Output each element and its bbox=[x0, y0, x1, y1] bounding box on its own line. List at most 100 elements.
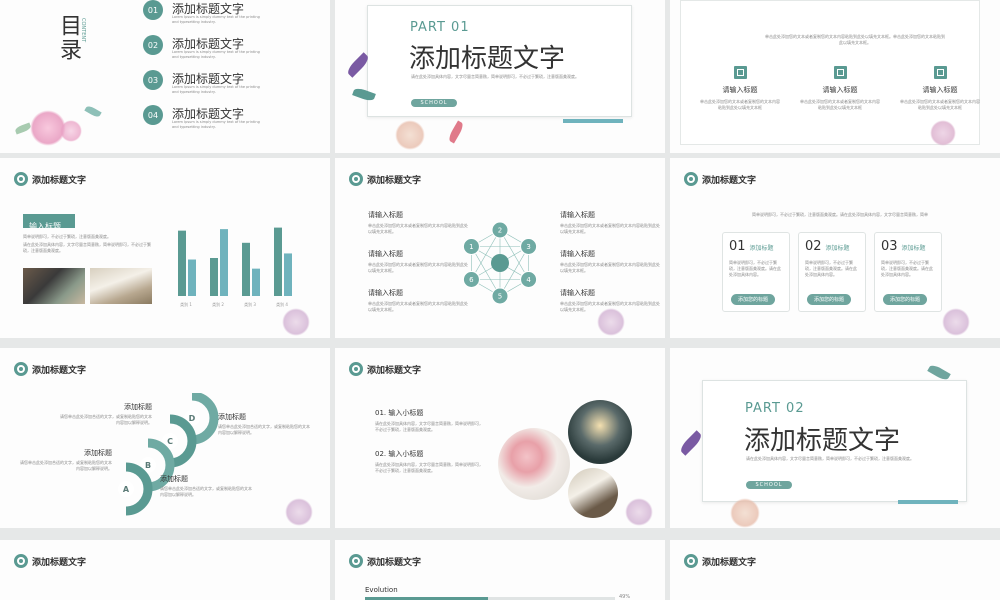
slide-header-title: 添加标题文字 bbox=[367, 557, 422, 568]
card-button[interactable]: 添加您的标题 bbox=[807, 294, 852, 305]
slide-header-title: 添加标题文字 bbox=[32, 175, 87, 186]
abcd-text-item: 添加标题 请您单击此处添加合适的文字，或复制粘贴您的文本内容加以解释说明。 bbox=[218, 412, 310, 436]
slide-three-columns[interactable]: 单击此处添加您的文本或者复制您的文本内容粘贴到此处以填充文本框。单击此处添加您的… bbox=[670, 0, 1000, 153]
column-desc: 单击此处添加您的文本或者复制您的文本内容粘贴到此处以填充文本框 bbox=[900, 99, 980, 110]
network-edge bbox=[471, 246, 501, 297]
network-item: 请输入标题 单击此处添加您的文本或者复制您的文本内容粘贴到此处以填充文本框。 bbox=[368, 288, 468, 313]
card-number: 01 bbox=[729, 239, 746, 254]
network-item-title: 请输入标题 bbox=[368, 289, 403, 297]
slide-header: 添加标题文字 bbox=[14, 362, 86, 376]
abcd-item-desc: 请您单击此处添加合适的文字，或复制粘贴您的文本内容加以解释说明。 bbox=[218, 424, 310, 435]
document-icon bbox=[933, 66, 947, 79]
slide-cards[interactable]: 添加标题文字 简单说明即可，不必过于繁琐，注意版面美观度。请在此处添加具体内容，… bbox=[670, 158, 1000, 338]
slide-part02[interactable]: PART 02 添加标题文字 请在此处添加具体内容，文字尽量言简意赅，简单说明即… bbox=[670, 348, 1000, 528]
column-desc: 单击此处添加您的文本或者复制您的文本内容粘贴到此处以填充文本框 bbox=[700, 99, 780, 110]
network-item-title: 请输入标题 bbox=[560, 250, 595, 258]
cards-intro: 简单说明即可，不必过于繁琐，注意版面美观度。请在此处添加具体内容，文字尽量言简意… bbox=[752, 212, 928, 217]
part-number: PART 01 bbox=[410, 20, 470, 35]
column-title: 请输入标题 bbox=[822, 86, 858, 94]
toc-number: 02 bbox=[143, 35, 163, 55]
document-icon-inner bbox=[836, 69, 844, 76]
slide-part01[interactable]: PART 01 添加标题文字 请在此处添加具体内容，文字尽量言简意赅，简单说明即… bbox=[335, 0, 665, 153]
column-title: 请输入标题 bbox=[922, 86, 958, 94]
slide-header-title: 添加标题文字 bbox=[367, 175, 422, 186]
toc-item[interactable]: 02 添加标题文字 Lorem Ipsum is simply dummy text… bbox=[143, 35, 323, 65]
network-node-label: 2 bbox=[498, 227, 502, 235]
info-card[interactable]: 01 添加标题 简单说明即可，不必过于繁琐，注意版面美观度。请在此处添加具体内容。添… bbox=[722, 232, 790, 312]
x-tick-label: 类别 2 bbox=[212, 301, 224, 307]
slide-row4-right[interactable]: 添加标题文字 bbox=[670, 540, 1000, 600]
three-cols-intro: 单击此处添加您的文本或者复制您的文本内容粘贴到此处以填充文本框。单击此处添加您的… bbox=[765, 34, 945, 45]
header-ring-icon bbox=[349, 362, 363, 376]
flower-decoration bbox=[282, 308, 310, 336]
network-item-title: 请输入标题 bbox=[368, 211, 403, 219]
bar-chart: 类别 1 类别 2 类别 3 类别 4 bbox=[178, 227, 292, 307]
card-title: 添加标题 bbox=[901, 245, 926, 252]
card-button[interactable]: 添加您的标题 bbox=[883, 294, 928, 305]
part-tag[interactable]: SCHOOL bbox=[411, 99, 457, 107]
slide-bar-chart[interactable]: 添加标题文字 输入标题 简单说明即可，不必过于繁琐，注意版面美观度。 请在此处添… bbox=[0, 158, 330, 338]
photo-pages bbox=[568, 468, 618, 518]
slide-header: 添加标题文字 bbox=[349, 172, 421, 186]
part-tag[interactable]: SCHOOL bbox=[746, 481, 792, 489]
network-node-label: 6 bbox=[469, 276, 474, 284]
flower-decoration bbox=[395, 120, 425, 150]
slide-abcd[interactable]: 添加标题文字 DCBA 添加标题 请您单击此处添加合适的文字，或复制粘贴您的文本内… bbox=[0, 348, 330, 528]
card-desc: 简单说明即可，不必过于繁琐，注意版面美观度。请在此处添加具体内容。 bbox=[881, 260, 933, 277]
column-item: 请输入标题单击此处添加您的文本或者复制您的文本内容粘贴到此处以填充文本框 bbox=[800, 66, 880, 111]
network-node-label: 4 bbox=[526, 276, 531, 284]
network-item-title: 请输入标题 bbox=[560, 289, 595, 297]
network-node-label: 1 bbox=[469, 243, 473, 251]
column-item: 请输入标题单击此处添加您的文本或者复制您的文本内容粘贴到此处以填充文本框 bbox=[900, 66, 980, 111]
toc-desc: Lorem Ipsum is simply dummy text of the … bbox=[172, 50, 260, 59]
slide-network[interactable]: 添加标题文字 请输入标题单击此处添加您的文本或者复制您的文本内容粘贴到此处以填充… bbox=[335, 158, 665, 338]
x-tick-label: 类别 4 bbox=[276, 301, 288, 307]
abcd-item-title: 添加标题 bbox=[124, 403, 152, 411]
card-desc: 简单说明即可，不必过于繁琐，注意版面美观度。请在此处添加具体内容。 bbox=[805, 260, 857, 277]
network-item: 请输入标题单击此处添加您的文本或者复制您的文本内容粘贴到此处以填充文本框。 bbox=[560, 249, 660, 274]
part-body: 请在此处添加具体内容，文字尽量言简意赅，简单说明即可，不必过于繁琐，注意版面美观… bbox=[411, 74, 579, 79]
toc-item[interactable]: 01 添加标题文字 Lorem Ipsum is simply dummy text… bbox=[143, 0, 323, 30]
bar bbox=[284, 253, 292, 296]
cards-row: 01 添加标题 简单说明即可，不必过于繁琐，注意版面美观度。请在此处添加具体内容。添… bbox=[722, 232, 942, 312]
network-node-label: 5 bbox=[498, 293, 502, 301]
abcd-letter: A bbox=[123, 485, 130, 494]
toc-item[interactable]: 03 添加标题文字 Lorem Ipsum is simply dummy text… bbox=[143, 70, 323, 100]
slide-grid: 目录 CONTENT 01 添加标题文字 Lorem Ipsum is simply… bbox=[0, 0, 1000, 600]
x-tick-label: 类别 3 bbox=[244, 301, 256, 307]
abcd-letter: D bbox=[189, 414, 196, 423]
abcd-item-title: 添加标题 bbox=[160, 475, 188, 483]
column-desc: 单击此处添加您的文本或者复制您的文本内容粘贴到此处以填充文本框 bbox=[800, 99, 880, 110]
card-button[interactable]: 添加您的标题 bbox=[731, 294, 776, 305]
slide-row4-left[interactable]: 添加标题文字 bbox=[0, 540, 330, 600]
slide-row4-middle[interactable]: 添加标题文字 Evolution 49% bbox=[335, 540, 665, 600]
network-item-desc: 单击此处添加您的文本或者复制您的文本内容粘贴到此处以填充文本框。 bbox=[560, 262, 660, 273]
network-item-desc: 单击此处添加您的文本或者复制您的文本内容粘贴到此处以填充文本框。 bbox=[368, 223, 468, 234]
column-title: 请输入标题 bbox=[722, 86, 758, 94]
document-icon-inner bbox=[736, 69, 744, 76]
card-title: 添加标题 bbox=[825, 245, 850, 252]
three-cols-list: 请输入标题 单击此处添加您的文本或者复制您的文本内容粘贴到此处以填充文本框 请输入标… bbox=[700, 66, 980, 111]
bar bbox=[210, 258, 218, 296]
bar bbox=[188, 259, 196, 296]
slide-toc[interactable]: 目录 CONTENT 01 添加标题文字 Lorem Ipsum is simply… bbox=[0, 0, 330, 153]
info-card[interactable]: 03 添加标题 简单说明即可，不必过于繁琐，注意版面美观度。请在此处添加具体内容。添… bbox=[874, 232, 942, 312]
network-item-title: 请输入标题 bbox=[368, 250, 403, 258]
slide-header: 添加标题文字 bbox=[684, 554, 756, 568]
column-item: 请输入标题单击此处添加您的文本或者复制您的文本内容粘贴到此处以填充文本框 bbox=[700, 66, 780, 111]
leaf-decoration bbox=[84, 104, 102, 119]
document-icon bbox=[733, 66, 747, 79]
info-card[interactable]: 02 添加标题 简单说明即可，不必过于繁琐，注意版面美观度。请在此处添加具体内容。添… bbox=[798, 232, 866, 312]
photo-interior bbox=[23, 268, 85, 304]
photo-item-title: 02. 输入小标题 bbox=[375, 450, 424, 458]
photos-list: 01. 输入小标题 请在此处添加具体内容，文字尽量言简意赅，简单说明即可，不必过于… bbox=[375, 408, 485, 490]
slide-photos[interactable]: 添加标题文字 01. 输入小标题 请在此处添加具体内容，文字尽量言简意赅，简单说明… bbox=[335, 348, 665, 528]
card-heading: 02 添加标题 bbox=[805, 239, 859, 254]
part-number: PART 02 bbox=[745, 401, 805, 416]
bar-body-2: 请在此处添加具体内容，文字尽量言简意赅，简单说明即可，不必过于繁琐，注意版面美观… bbox=[23, 242, 151, 253]
abcd-item-desc: 请您单击此处添加合适的文字，或复制粘贴您的文本内容加以解释说明。 bbox=[60, 414, 152, 425]
card-number: 02 bbox=[805, 239, 822, 254]
toc-item[interactable]: 04 添加标题文字 Lorem Ipsum is simply dummy text… bbox=[143, 105, 323, 135]
photo-item-title: 01. 输入小标题 bbox=[375, 409, 424, 417]
slide-header: 添加标题文字 bbox=[349, 554, 421, 568]
